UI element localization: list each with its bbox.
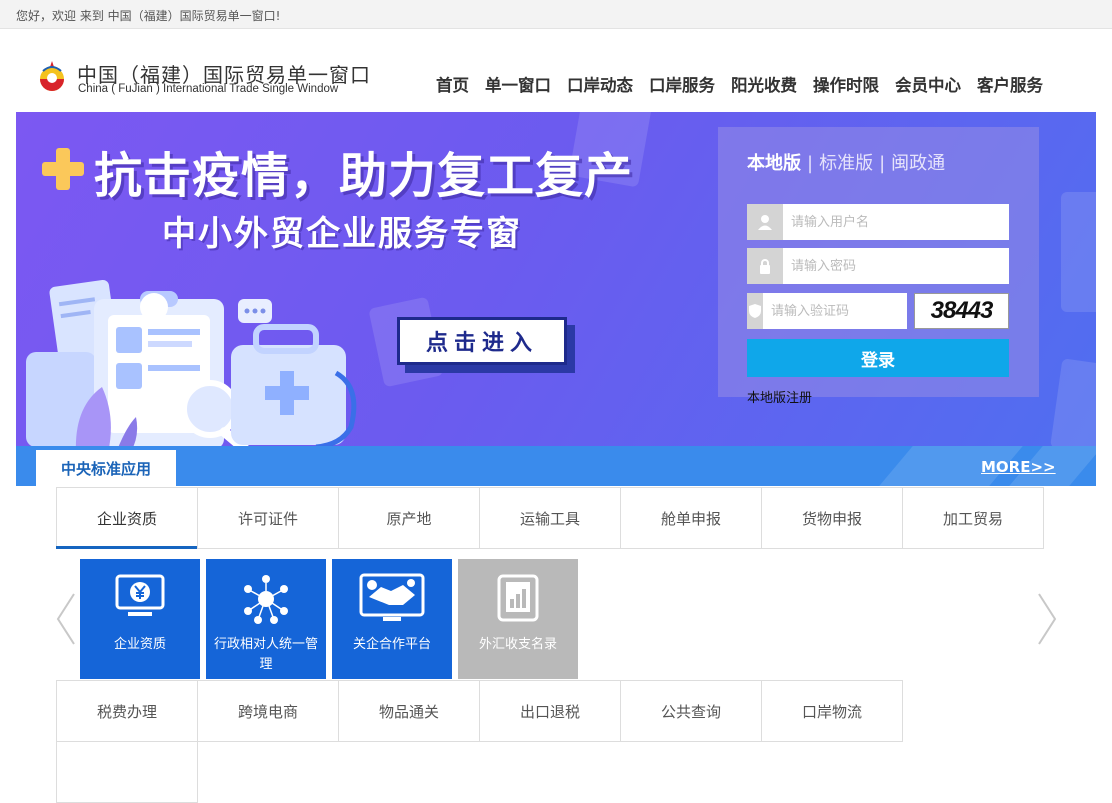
plus-icon [42,148,84,190]
password-field [747,248,1009,284]
register-link[interactable]: 本地版注册 [747,387,812,406]
tile-customs-cooperation[interactable]: 关企合作平台 [332,559,452,679]
tile-label: 行政相对人统一管理 [213,637,318,672]
logo-emblem-icon [40,61,64,91]
banner-decoration [1050,358,1096,456]
category-cross-border-ecommerce[interactable]: 跨境电商 [197,680,339,742]
category-export-rebate[interactable]: 出口退税 [479,680,621,742]
nav-time-limits[interactable]: 操作时限 [813,72,879,96]
shield-icon [747,293,763,329]
greeting-text: 您好，欢迎 来到 中国（福建）国际贸易单一窗口! [16,9,281,23]
tile-enterprise-qualification[interactable]: 企业资质 [80,559,200,679]
main-nav: 首页 单一窗口 口岸动态 口岸服务 阳光收费 操作时限 会员中心 客户服务 [428,72,1059,96]
service-tiles: 企业资质 行政相对人统一管理 关企合作平台 外汇收支名录 [80,559,584,679]
category-more-row[interactable] [56,741,198,803]
nav-home[interactable]: 首页 [436,72,469,96]
login-tabs: 本地版 | 标准版 | 闽政通 [747,149,945,175]
nav-member-center[interactable]: 会员中心 [895,72,961,96]
enter-button[interactable]: 点击进入 [397,317,567,365]
category-public-query[interactable]: 公共查询 [620,680,762,742]
tile-admin-counterpart[interactable]: 行政相对人统一管理 [206,559,326,679]
category-enterprise-qualification[interactable]: 企业资质 [56,487,198,549]
tab-minzhengtong[interactable]: 闽政通 [891,153,945,174]
category-tax-fees[interactable]: 税费办理 [56,680,198,742]
nav-port-services[interactable]: 口岸服务 [649,72,715,96]
category-processing-trade[interactable]: 加工贸易 [902,487,1044,549]
banner-subtitle: 中小外贸企业服务专窗 [162,214,522,254]
banner-decoration [1061,192,1096,312]
tile-label: 关企合作平台 [352,637,431,652]
tile-label: 企业资质 [113,637,166,652]
username-input[interactable] [783,204,1009,240]
tab-standard[interactable]: 标准版 [819,153,873,174]
section-band: 中央标准应用 MORE>> [16,446,1096,486]
medical-illustration-icon [26,279,357,452]
nav-port-news[interactable]: 口岸动态 [567,72,633,96]
chevron-right-icon[interactable] [1036,592,1058,646]
nav-customer-service[interactable]: 客户服务 [977,72,1043,96]
login-button[interactable]: 登录 [747,339,1009,377]
tab-separator: | [807,153,814,174]
monitor-yen-icon [115,574,165,616]
username-field [747,204,1009,240]
chevron-left-icon[interactable] [55,592,77,646]
category-manifest[interactable]: 舱单申报 [620,487,762,549]
top-bar: 您好，欢迎 来到 中国（福建）国际贸易单一窗口! [0,0,1112,29]
handshake-icon [359,573,425,621]
logo-subtitle: China ( FuJian ) International Trade Sin… [78,83,339,95]
tab-central-standard[interactable]: 中央标准应用 [36,450,176,486]
password-input[interactable] [783,248,1009,284]
tile-label: 外汇收支名录 [478,637,557,652]
category-goods-declaration[interactable]: 货物申报 [761,487,903,549]
nav-fees[interactable]: 阳光收费 [731,72,797,96]
nav-single-window[interactable]: 单一窗口 [485,72,551,96]
category-license[interactable]: 许可证件 [197,487,339,549]
login-panel: 本地版|标准版|闽政通 38443 登录 本地版注册 [718,127,1039,406]
captcha-image[interactable]: 38443 [914,293,1009,329]
category-transport[interactable]: 运输工具 [479,487,621,549]
tile-forex-directory[interactable]: 外汇收支名录 [458,559,578,679]
more-link[interactable]: MORE>> [981,458,1056,476]
category-row-2: 税费办理 跨境电商 物品通关 出口退税 公共查询 口岸物流 [56,680,903,742]
banner-title: 抗击疫情，助力复工复产 [94,148,634,204]
tab-separator: | [879,153,886,174]
category-port-logistics[interactable]: 口岸物流 [761,680,903,742]
captcha-field [747,293,941,329]
lock-icon [747,248,783,284]
category-row-1: 企业资质 许可证件 原产地 运输工具 舱单申报 货物申报 加工贸易 [56,487,1044,549]
category-origin[interactable]: 原产地 [338,487,480,549]
people-network-icon [244,575,288,624]
category-goods-clearance[interactable]: 物品通关 [338,680,480,742]
tab-local[interactable]: 本地版 [747,153,801,174]
promo-banner[interactable]: 抗击疫情，助力复工复产 中小外贸企业服务专窗 点击进入 本地版 | 标准版 | 闽政通 [16,112,1096,486]
user-icon [747,204,783,240]
category-row-3 [56,741,198,803]
chart-book-icon [497,574,539,622]
